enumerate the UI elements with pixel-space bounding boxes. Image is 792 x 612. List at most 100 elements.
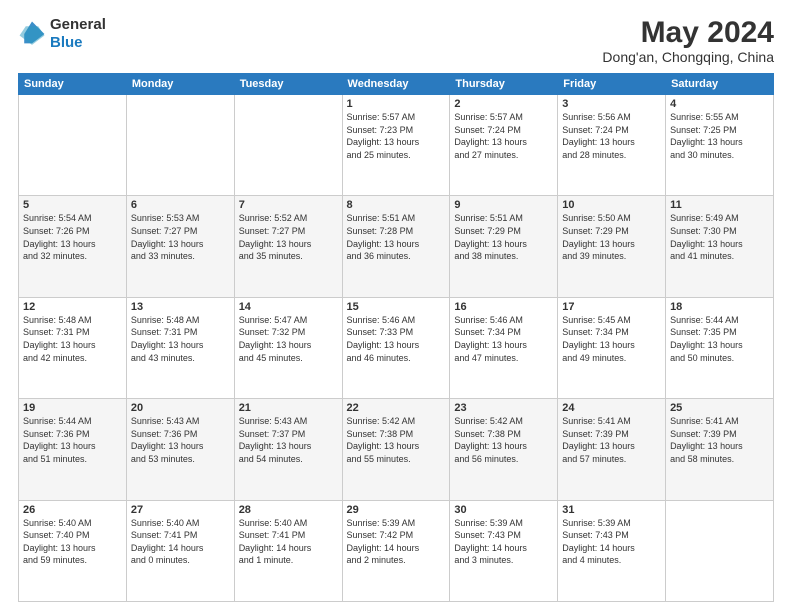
day-info: Sunrise: 5:57 AM Sunset: 7:24 PM Dayligh…	[454, 111, 553, 161]
calendar-day-cell: 2Sunrise: 5:57 AM Sunset: 7:24 PM Daylig…	[450, 95, 558, 196]
day-number: 27	[131, 504, 230, 516]
calendar-day-cell	[234, 95, 342, 196]
calendar-day-cell: 12Sunrise: 5:48 AM Sunset: 7:31 PM Dayli…	[19, 297, 127, 398]
calendar-header-cell: Tuesday	[234, 74, 342, 95]
page: General Blue May 2024 Dong'an, Chongqing…	[0, 0, 792, 612]
day-number: 26	[23, 504, 122, 516]
day-number: 13	[131, 301, 230, 313]
day-number: 9	[454, 199, 553, 211]
calendar-day-cell: 15Sunrise: 5:46 AM Sunset: 7:33 PM Dayli…	[342, 297, 450, 398]
calendar-header-cell: Saturday	[666, 74, 774, 95]
day-number: 25	[670, 402, 769, 414]
day-number: 5	[23, 199, 122, 211]
calendar-week-row: 12Sunrise: 5:48 AM Sunset: 7:31 PM Dayli…	[19, 297, 774, 398]
day-info: Sunrise: 5:53 AM Sunset: 7:27 PM Dayligh…	[131, 212, 230, 262]
day-number: 15	[347, 301, 446, 313]
logo-line2: Blue	[50, 34, 106, 52]
calendar-day-cell: 6Sunrise: 5:53 AM Sunset: 7:27 PM Daylig…	[126, 196, 234, 297]
day-number: 16	[454, 301, 553, 313]
day-number: 4	[670, 98, 769, 110]
day-number: 18	[670, 301, 769, 313]
day-info: Sunrise: 5:52 AM Sunset: 7:27 PM Dayligh…	[239, 212, 338, 262]
day-info: Sunrise: 5:49 AM Sunset: 7:30 PM Dayligh…	[670, 212, 769, 262]
day-info: Sunrise: 5:48 AM Sunset: 7:31 PM Dayligh…	[131, 314, 230, 364]
day-number: 6	[131, 199, 230, 211]
sub-title: Dong'an, Chongqing, China	[602, 49, 774, 65]
day-info: Sunrise: 5:40 AM Sunset: 7:41 PM Dayligh…	[239, 517, 338, 567]
calendar-day-cell: 13Sunrise: 5:48 AM Sunset: 7:31 PM Dayli…	[126, 297, 234, 398]
calendar-day-cell: 29Sunrise: 5:39 AM Sunset: 7:42 PM Dayli…	[342, 500, 450, 601]
calendar-day-cell: 21Sunrise: 5:43 AM Sunset: 7:37 PM Dayli…	[234, 399, 342, 500]
logo-text: General Blue	[50, 16, 106, 52]
day-number: 23	[454, 402, 553, 414]
day-info: Sunrise: 5:40 AM Sunset: 7:41 PM Dayligh…	[131, 517, 230, 567]
day-number: 7	[239, 199, 338, 211]
day-info: Sunrise: 5:39 AM Sunset: 7:42 PM Dayligh…	[347, 517, 446, 567]
calendar-day-cell	[19, 95, 127, 196]
calendar-day-cell: 8Sunrise: 5:51 AM Sunset: 7:28 PM Daylig…	[342, 196, 450, 297]
day-number: 29	[347, 504, 446, 516]
day-number: 11	[670, 199, 769, 211]
header: General Blue May 2024 Dong'an, Chongqing…	[18, 16, 774, 65]
day-info: Sunrise: 5:39 AM Sunset: 7:43 PM Dayligh…	[454, 517, 553, 567]
calendar-body: 1Sunrise: 5:57 AM Sunset: 7:23 PM Daylig…	[19, 95, 774, 602]
calendar-week-row: 5Sunrise: 5:54 AM Sunset: 7:26 PM Daylig…	[19, 196, 774, 297]
calendar-day-cell: 31Sunrise: 5:39 AM Sunset: 7:43 PM Dayli…	[558, 500, 666, 601]
day-info: Sunrise: 5:41 AM Sunset: 7:39 PM Dayligh…	[562, 415, 661, 465]
day-number: 10	[562, 199, 661, 211]
calendar-day-cell: 3Sunrise: 5:56 AM Sunset: 7:24 PM Daylig…	[558, 95, 666, 196]
day-info: Sunrise: 5:43 AM Sunset: 7:36 PM Dayligh…	[131, 415, 230, 465]
day-info: Sunrise: 5:42 AM Sunset: 7:38 PM Dayligh…	[347, 415, 446, 465]
day-info: Sunrise: 5:44 AM Sunset: 7:36 PM Dayligh…	[23, 415, 122, 465]
day-info: Sunrise: 5:45 AM Sunset: 7:34 PM Dayligh…	[562, 314, 661, 364]
calendar-day-cell: 30Sunrise: 5:39 AM Sunset: 7:43 PM Dayli…	[450, 500, 558, 601]
day-number: 28	[239, 504, 338, 516]
day-number: 21	[239, 402, 338, 414]
day-info: Sunrise: 5:39 AM Sunset: 7:43 PM Dayligh…	[562, 517, 661, 567]
calendar-day-cell: 26Sunrise: 5:40 AM Sunset: 7:40 PM Dayli…	[19, 500, 127, 601]
day-number: 12	[23, 301, 122, 313]
calendar-day-cell: 20Sunrise: 5:43 AM Sunset: 7:36 PM Dayli…	[126, 399, 234, 500]
day-number: 1	[347, 98, 446, 110]
day-info: Sunrise: 5:56 AM Sunset: 7:24 PM Dayligh…	[562, 111, 661, 161]
calendar-header-cell: Friday	[558, 74, 666, 95]
calendar-day-cell: 11Sunrise: 5:49 AM Sunset: 7:30 PM Dayli…	[666, 196, 774, 297]
calendar-header-cell: Monday	[126, 74, 234, 95]
calendar-week-row: 19Sunrise: 5:44 AM Sunset: 7:36 PM Dayli…	[19, 399, 774, 500]
day-info: Sunrise: 5:46 AM Sunset: 7:34 PM Dayligh…	[454, 314, 553, 364]
day-info: Sunrise: 5:43 AM Sunset: 7:37 PM Dayligh…	[239, 415, 338, 465]
calendar-day-cell: 1Sunrise: 5:57 AM Sunset: 7:23 PM Daylig…	[342, 95, 450, 196]
day-info: Sunrise: 5:48 AM Sunset: 7:31 PM Dayligh…	[23, 314, 122, 364]
day-number: 31	[562, 504, 661, 516]
calendar-day-cell: 16Sunrise: 5:46 AM Sunset: 7:34 PM Dayli…	[450, 297, 558, 398]
calendar-header-row: SundayMondayTuesdayWednesdayThursdayFrid…	[19, 74, 774, 95]
day-info: Sunrise: 5:57 AM Sunset: 7:23 PM Dayligh…	[347, 111, 446, 161]
calendar-header-cell: Sunday	[19, 74, 127, 95]
calendar-header-cell: Thursday	[450, 74, 558, 95]
day-number: 3	[562, 98, 661, 110]
calendar-day-cell: 9Sunrise: 5:51 AM Sunset: 7:29 PM Daylig…	[450, 196, 558, 297]
calendar-week-row: 26Sunrise: 5:40 AM Sunset: 7:40 PM Dayli…	[19, 500, 774, 601]
calendar-day-cell: 4Sunrise: 5:55 AM Sunset: 7:25 PM Daylig…	[666, 95, 774, 196]
day-info: Sunrise: 5:42 AM Sunset: 7:38 PM Dayligh…	[454, 415, 553, 465]
calendar-day-cell: 23Sunrise: 5:42 AM Sunset: 7:38 PM Dayli…	[450, 399, 558, 500]
calendar-day-cell: 18Sunrise: 5:44 AM Sunset: 7:35 PM Dayli…	[666, 297, 774, 398]
calendar-day-cell: 5Sunrise: 5:54 AM Sunset: 7:26 PM Daylig…	[19, 196, 127, 297]
day-info: Sunrise: 5:55 AM Sunset: 7:25 PM Dayligh…	[670, 111, 769, 161]
calendar-day-cell: 24Sunrise: 5:41 AM Sunset: 7:39 PM Dayli…	[558, 399, 666, 500]
day-number: 19	[23, 402, 122, 414]
calendar-day-cell: 25Sunrise: 5:41 AM Sunset: 7:39 PM Dayli…	[666, 399, 774, 500]
logo: General Blue	[18, 16, 106, 52]
day-number: 22	[347, 402, 446, 414]
day-info: Sunrise: 5:44 AM Sunset: 7:35 PM Dayligh…	[670, 314, 769, 364]
day-info: Sunrise: 5:40 AM Sunset: 7:40 PM Dayligh…	[23, 517, 122, 567]
calendar-day-cell: 10Sunrise: 5:50 AM Sunset: 7:29 PM Dayli…	[558, 196, 666, 297]
day-info: Sunrise: 5:50 AM Sunset: 7:29 PM Dayligh…	[562, 212, 661, 262]
day-number: 14	[239, 301, 338, 313]
main-title: May 2024	[602, 16, 774, 49]
calendar-day-cell: 28Sunrise: 5:40 AM Sunset: 7:41 PM Dayli…	[234, 500, 342, 601]
calendar-day-cell: 14Sunrise: 5:47 AM Sunset: 7:32 PM Dayli…	[234, 297, 342, 398]
day-info: Sunrise: 5:46 AM Sunset: 7:33 PM Dayligh…	[347, 314, 446, 364]
calendar-header-cell: Wednesday	[342, 74, 450, 95]
day-number: 17	[562, 301, 661, 313]
